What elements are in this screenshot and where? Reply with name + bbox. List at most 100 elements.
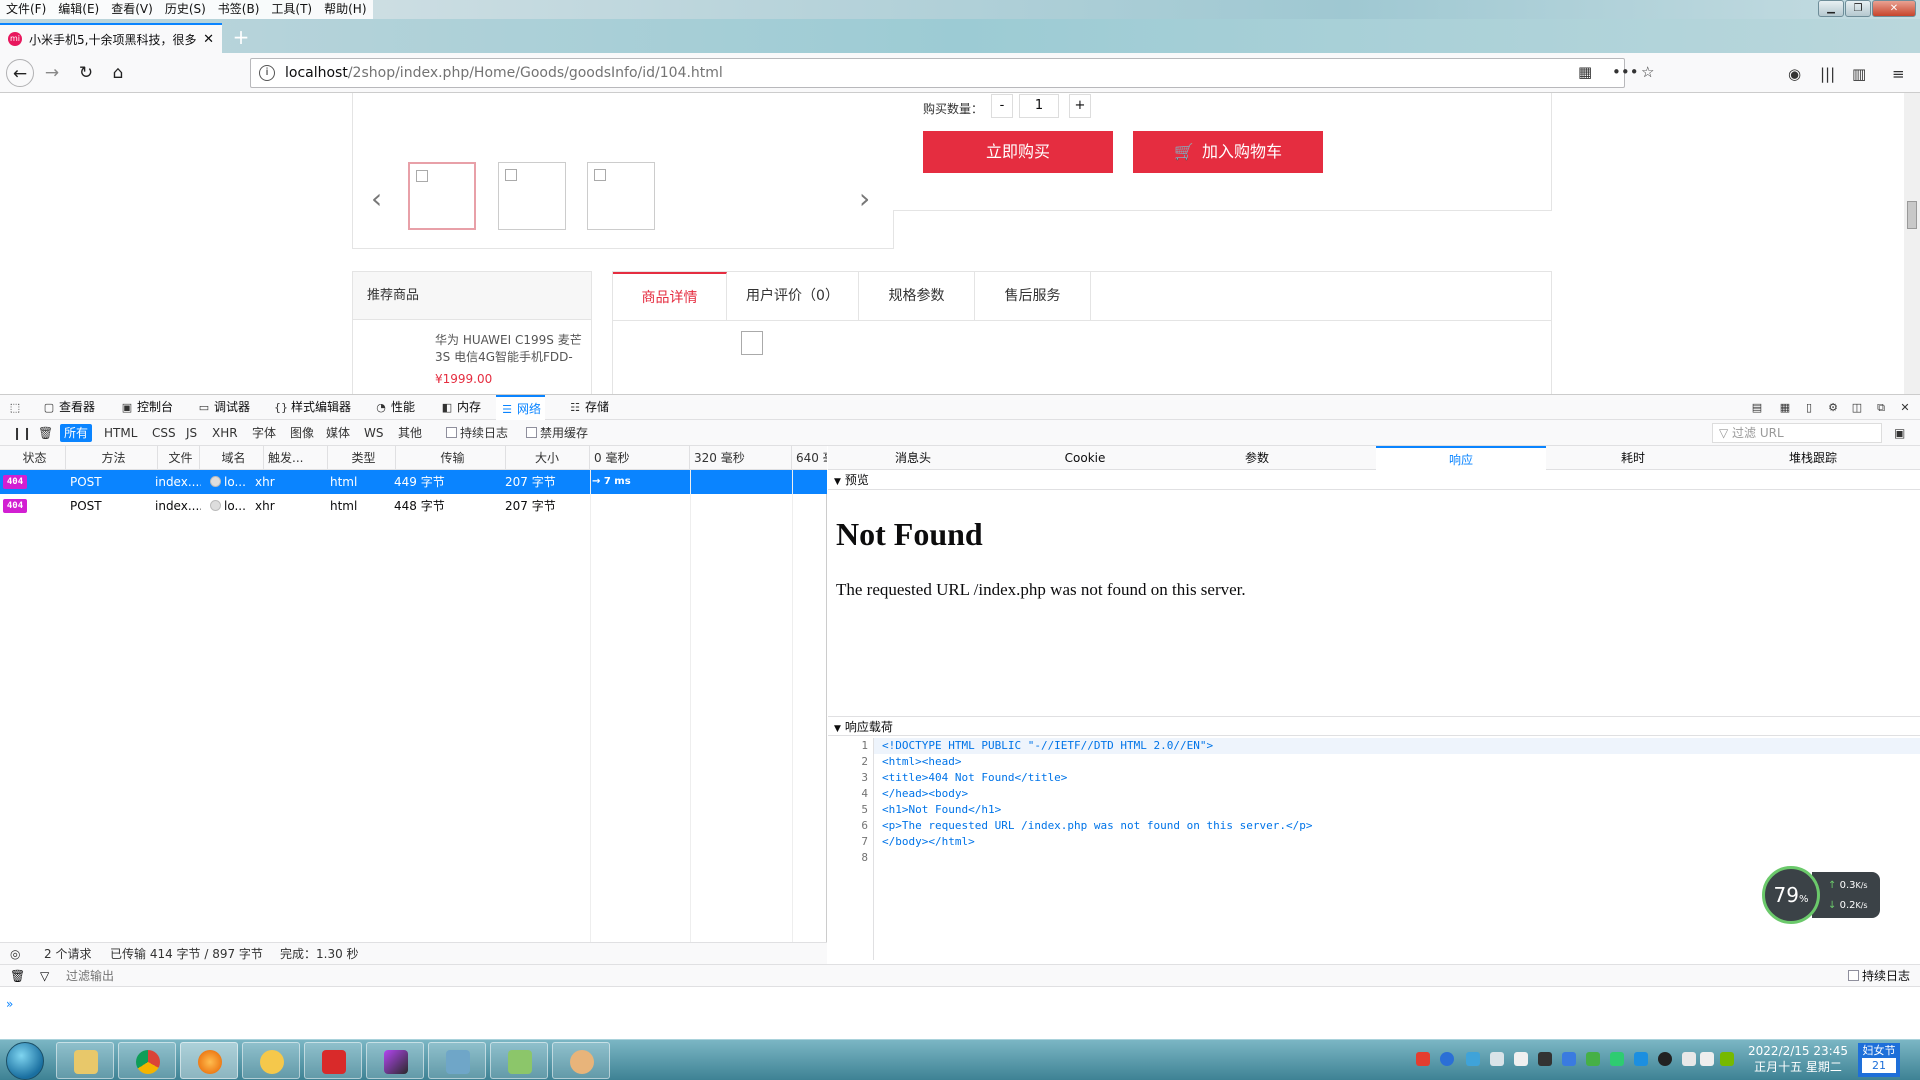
col-size[interactable]: 大小	[506, 446, 590, 470]
col-transferred[interactable]: 传输	[396, 446, 506, 470]
element-picker-icon[interactable]: ⬚	[8, 395, 25, 420]
devtools-tab-console[interactable]: ▣ 控制台	[120, 395, 173, 420]
menu-bookmarks[interactable]: 书签(B)	[211, 0, 266, 19]
tray-icon[interactable]	[1514, 1052, 1528, 1066]
gallery-thumb-1[interactable]	[408, 162, 476, 230]
menu-view[interactable]: 查看(V)	[105, 0, 159, 19]
tray-icon[interactable]	[1490, 1052, 1504, 1066]
pause-icon[interactable]: ❙❙	[8, 424, 36, 442]
tray-icon[interactable]	[1634, 1052, 1648, 1066]
tab-user-reviews[interactable]: 用户评价（0）	[727, 272, 859, 320]
page-actions-icon[interactable]: •••	[1612, 63, 1639, 81]
gallery-next-icon[interactable]: ›	[859, 182, 870, 215]
filter-other[interactable]: 其他	[394, 424, 426, 442]
split-console-icon[interactable]: ▦	[1778, 395, 1795, 420]
qr-code-icon[interactable]: ▦	[1578, 63, 1592, 81]
table-row[interactable]: 404 POST index.... lo... xhr html 448 字节…	[0, 494, 827, 518]
details-tab-headers[interactable]: 消息头	[828, 446, 998, 470]
library-icon[interactable]: |||	[1820, 65, 1835, 83]
dock-layout-icon[interactable]: ▤	[1750, 395, 1767, 420]
taskbar-app-4[interactable]	[242, 1042, 300, 1079]
forward-button[interactable]: →	[38, 59, 66, 87]
taskbar-wps[interactable]	[304, 1042, 362, 1079]
minimize-button[interactable]: ▁	[1818, 0, 1844, 17]
quantity-minus-button[interactable]: -	[991, 94, 1013, 118]
tab-specs[interactable]: 规格参数	[859, 272, 975, 320]
col-file[interactable]: 文件	[158, 446, 200, 470]
tray-icon[interactable]	[1538, 1052, 1552, 1066]
col-status[interactable]: 状态	[0, 446, 66, 470]
menu-tools[interactable]: 工具(T)	[265, 0, 319, 19]
taskbar-firefox[interactable]	[180, 1042, 238, 1079]
nvidia-icon[interactable]	[1720, 1052, 1734, 1066]
responsive-design-icon[interactable]: ▯	[1802, 395, 1819, 420]
details-tab-params[interactable]: 参数	[1172, 446, 1342, 470]
qq-icon[interactable]	[1658, 1052, 1672, 1066]
taskbar-clock[interactable]: 2022/2/15 23:45 正月十五 星期二	[1748, 1043, 1848, 1075]
volume-icon[interactable]	[1700, 1052, 1714, 1066]
menu-help[interactable]: 帮助(H)	[318, 0, 373, 19]
page-scrollbar-thumb[interactable]	[1907, 201, 1917, 229]
table-row[interactable]: 404 POST index.... lo... xhr html 449 字节…	[0, 470, 827, 494]
col-cause[interactable]: 触发...	[264, 446, 328, 470]
tray-icon[interactable]	[1586, 1052, 1600, 1066]
console-persist-checkbox[interactable]: 持续日志	[1848, 965, 1910, 987]
col-type[interactable]: 类型	[328, 446, 396, 470]
details-tab-response[interactable]: 响应	[1376, 446, 1546, 470]
toggle-panel-icon[interactable]: ▣	[1890, 424, 1909, 442]
preview-section-header[interactable]: ▼ 预览	[828, 470, 1920, 490]
filter-css[interactable]: CSS	[148, 424, 180, 442]
tab-product-detail[interactable]: 商品详情	[613, 272, 727, 320]
bookmark-star-icon[interactable]: ☆	[1641, 63, 1654, 81]
home-button[interactable]: ⌂	[104, 59, 132, 87]
wechat-icon[interactable]	[1610, 1052, 1624, 1066]
add-to-cart-button[interactable]: 🛒 加入购物车	[1133, 131, 1323, 173]
details-tab-cookies[interactable]: Cookie	[1000, 446, 1170, 470]
clear-trash-icon[interactable]: 🗑	[34, 424, 57, 442]
disable-cache-checkbox[interactable]: 禁用缓存	[522, 424, 592, 442]
gallery-prev-icon[interactable]: ‹	[371, 182, 382, 215]
console-filter-input[interactable]: 过滤输出	[66, 965, 114, 987]
new-tab-button[interactable]: +	[230, 27, 252, 49]
col-method[interactable]: 方法	[66, 446, 158, 470]
browser-tab-active[interactable]: mi 小米手机5,十余项黑科技，很多 ✕	[0, 23, 222, 53]
sidebar-icon[interactable]: ▥	[1852, 65, 1866, 83]
network-speed-widget[interactable]: ↑ 0.3K/s ↓ 0.2K/s 79%	[1762, 866, 1882, 926]
filter-js[interactable]: JS	[182, 424, 201, 442]
devtools-tab-inspector[interactable]: ▢ 查看器	[42, 395, 95, 420]
payload-section-header[interactable]: ▼ 响应载荷	[828, 716, 1920, 736]
dock-side-icon[interactable]: ◫	[1850, 395, 1867, 420]
devtools-tab-style-editor[interactable]: {} 样式编辑器	[274, 395, 351, 420]
devtools-tab-network[interactable]: ☰ 网络	[496, 395, 546, 420]
response-payload-editor[interactable]: 1 2 3 4 5 6 7 8 <!DOCTYPE HTML PUBLIC "-…	[828, 738, 1920, 960]
tray-icon[interactable]	[1466, 1052, 1480, 1066]
taskbar-phpstorm[interactable]	[366, 1042, 424, 1079]
filter-xhr[interactable]: XHR	[208, 424, 242, 442]
taskbar-app-9[interactable]	[552, 1042, 610, 1079]
settings-gear-icon[interactable]: ⚙	[1826, 395, 1843, 420]
menu-history[interactable]: 历史(S)	[158, 0, 212, 19]
clear-console-icon[interactable]: 🗑	[10, 965, 25, 987]
tray-icon[interactable]	[1416, 1052, 1430, 1066]
details-tab-timings[interactable]: 耗时	[1548, 446, 1718, 470]
extension-icon[interactable]: ◉	[1788, 65, 1801, 83]
col-domain[interactable]: 域名	[200, 446, 264, 470]
page-scrollbar[interactable]	[1904, 93, 1920, 394]
site-info-icon[interactable]: i	[259, 65, 275, 81]
tab-after-sales[interactable]: 售后服务	[975, 272, 1091, 320]
performance-analysis-icon[interactable]: ◎	[10, 943, 20, 965]
back-button[interactable]: ←	[6, 59, 34, 87]
filter-html[interactable]: HTML	[100, 424, 141, 442]
taskbar-chrome[interactable]	[118, 1042, 176, 1079]
menu-file[interactable]: 文件(F)	[0, 0, 53, 19]
reload-button[interactable]: ↻	[72, 59, 100, 87]
filter-images[interactable]: 图像	[286, 424, 318, 442]
recommend-item-name[interactable]: 华为 HUAWEI C199S 麦芒3S 电信4G智能手机FDD-	[435, 332, 583, 366]
persist-log-checkbox[interactable]: 持续日志	[442, 424, 512, 442]
filter-url-input[interactable]: ▽ 过滤 URL	[1712, 423, 1882, 443]
taskbar-app-7[interactable]	[428, 1042, 486, 1079]
hamburger-menu-icon[interactable]: ≡	[1892, 65, 1905, 83]
gallery-thumb-2[interactable]	[498, 162, 566, 230]
url-bar[interactable]: i localhost/2shop/index.php/Home/Goods/g…	[250, 58, 1625, 88]
close-devtools-icon[interactable]: ✕	[1898, 395, 1915, 420]
